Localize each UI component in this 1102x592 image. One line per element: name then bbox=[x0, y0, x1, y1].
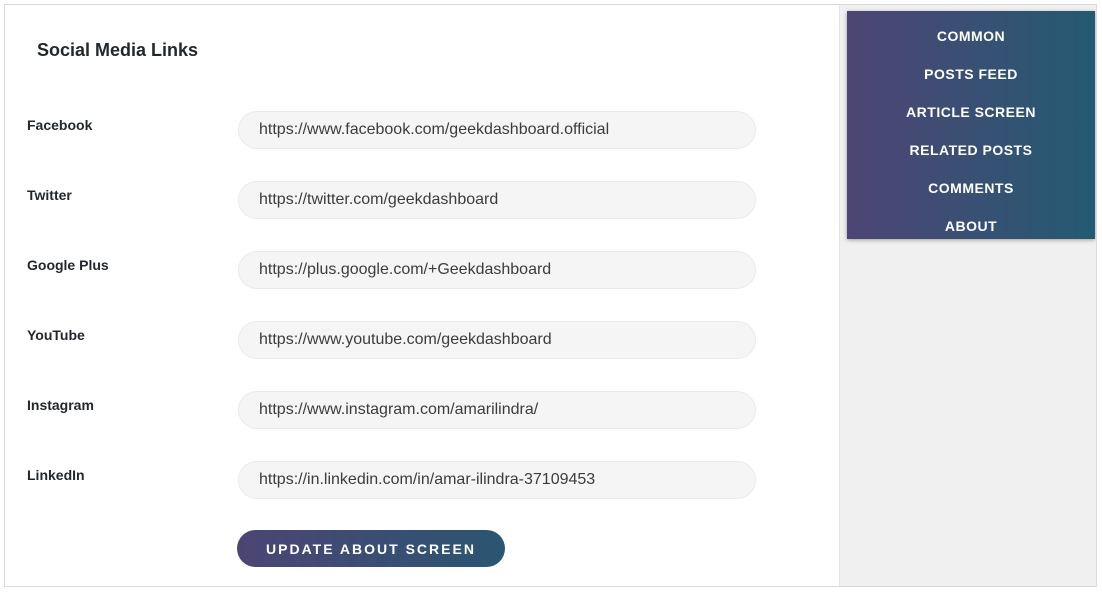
instagram-label: Instagram bbox=[27, 397, 94, 413]
linkedin-label: LinkedIn bbox=[27, 467, 85, 483]
menu-item-related-posts[interactable]: RELATED POSTS bbox=[847, 131, 1095, 169]
youtube-url-input[interactable] bbox=[238, 321, 756, 359]
twitter-url-input[interactable] bbox=[238, 181, 756, 219]
update-about-screen-button[interactable]: UPDATE ABOUT SCREEN bbox=[237, 530, 505, 567]
instagram-url-input[interactable] bbox=[238, 391, 756, 429]
main-content: Social Media Links Facebook Twitter Goog… bbox=[5, 5, 839, 586]
menu-item-about[interactable]: ABOUT bbox=[847, 207, 1095, 245]
linkedin-row: LinkedIn bbox=[5, 461, 839, 501]
twitter-label: Twitter bbox=[27, 187, 72, 203]
menu-item-common[interactable]: COMMON bbox=[847, 17, 1095, 55]
google-plus-url-input[interactable] bbox=[238, 251, 756, 289]
linkedin-url-input[interactable] bbox=[238, 461, 756, 499]
sidebar: COMMON POSTS FEED ARTICLE SCREEN RELATED… bbox=[839, 5, 1096, 586]
facebook-label: Facebook bbox=[27, 117, 93, 133]
facebook-row: Facebook bbox=[5, 111, 839, 151]
google-plus-row: Google Plus bbox=[5, 251, 839, 291]
settings-panel: Social Media Links Facebook Twitter Goog… bbox=[4, 4, 1097, 587]
instagram-row: Instagram bbox=[5, 391, 839, 431]
twitter-row: Twitter bbox=[5, 181, 839, 221]
menu-item-article-screen[interactable]: ARTICLE SCREEN bbox=[847, 93, 1095, 131]
menu-item-posts-feed[interactable]: POSTS FEED bbox=[847, 55, 1095, 93]
youtube-label: YouTube bbox=[27, 327, 85, 343]
menu-item-comments[interactable]: COMMENTS bbox=[847, 169, 1095, 207]
google-plus-label: Google Plus bbox=[27, 257, 109, 273]
section-title: Social Media Links bbox=[37, 40, 199, 60]
settings-menu: COMMON POSTS FEED ARTICLE SCREEN RELATED… bbox=[847, 11, 1095, 239]
youtube-row: YouTube bbox=[5, 321, 839, 361]
facebook-url-input[interactable] bbox=[238, 111, 756, 149]
